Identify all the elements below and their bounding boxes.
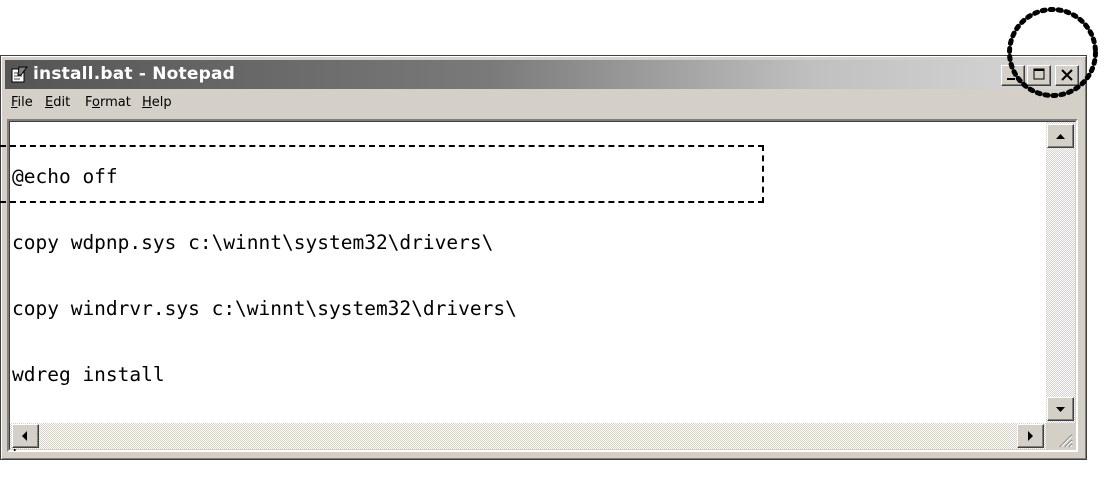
- notepad-icon[interactable]: [10, 66, 28, 83]
- menu-file-rest: ile: [17, 95, 33, 110]
- editor-line: wdreg install: [12, 363, 165, 386]
- editor-line: copy windrvr.sys c:\winnt\system32\drive…: [12, 297, 517, 320]
- menu-edit-rest: dit: [53, 95, 71, 110]
- menu-help-rest: elp: [151, 95, 172, 110]
- arrow-down-icon: [1056, 407, 1065, 412]
- scroll-right-button[interactable]: [1017, 424, 1044, 448]
- scroll-left-button[interactable]: [12, 424, 39, 448]
- menu-edit[interactable]: Edit: [45, 95, 70, 110]
- menu-format-rest: rmat: [99, 95, 131, 110]
- scroll-up-button[interactable]: [1047, 124, 1074, 148]
- arrow-right-icon: [1028, 431, 1033, 441]
- resize-grip[interactable]: [1046, 423, 1075, 449]
- window-title: install.bat - Notepad: [33, 64, 235, 84]
- vertical-scrollbar[interactable]: [1046, 122, 1075, 423]
- menu-help[interactable]: Help: [142, 95, 172, 110]
- arrow-left-icon: [22, 431, 27, 441]
- arrow-up-icon: [1056, 134, 1065, 139]
- highlight-box: [0, 145, 764, 203]
- menu-bar: File Edit Format Help: [5, 92, 1082, 114]
- editor-line: copy wdpnp.sys c:\winnt\system32\drivers…: [12, 231, 494, 254]
- menu-file[interactable]: File: [11, 95, 33, 110]
- horizontal-scrollbar[interactable]: [10, 423, 1046, 449]
- notepad-window: install.bat - Notepad File Edit Format H…: [0, 55, 1087, 460]
- title-bar[interactable]: install.bat - Notepad: [5, 60, 1082, 89]
- scroll-down-button[interactable]: [1047, 397, 1074, 421]
- menu-format[interactable]: Format: [85, 95, 131, 110]
- resize-grip-icon: [1059, 434, 1073, 448]
- highlight-circle: [1007, 7, 1098, 98]
